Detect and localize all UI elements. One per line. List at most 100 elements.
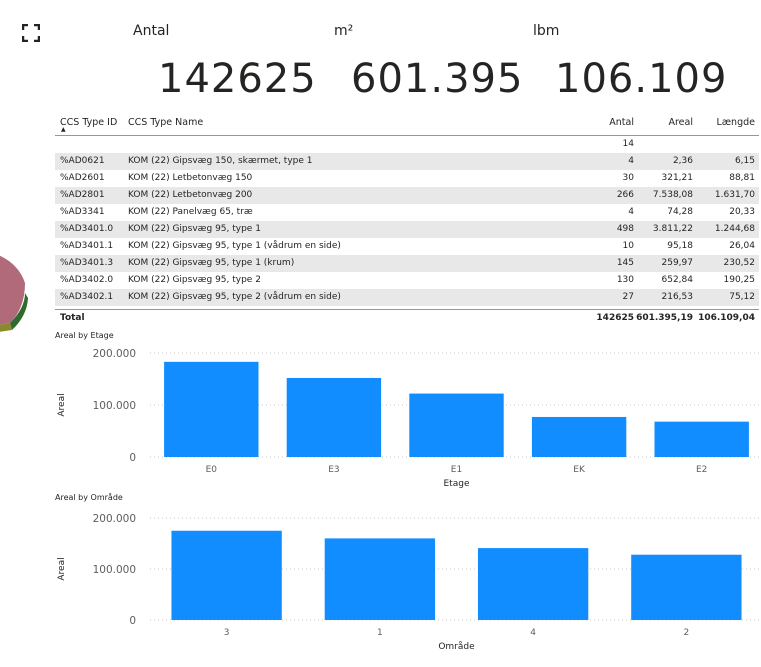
y-tick-label: 0 (129, 615, 136, 627)
ccs-type-table: CCS Type ID CCS Type Name Antal Areal Læ… (55, 113, 759, 306)
bar-E1[interactable] (409, 393, 504, 457)
chart-canvas: 0 100.000 200.000 E0 E3 E1 EK E2 Etage Areal (57, 348, 761, 489)
kpi-m2-value: 601.395 (351, 56, 524, 102)
chart-title: Areal by Etage (55, 331, 114, 340)
table-cell: 4 (628, 156, 634, 166)
y-axis-title: Areal (57, 393, 67, 416)
kpi-antal-value: 142625 (158, 56, 317, 102)
table-cell: KOM (22) Gipsvæg 95, type 2 (128, 275, 261, 285)
table-cell: KOM (22) Gipsvæg 150, skærmet, type 1 (128, 156, 313, 166)
table-cell: 321,21 (661, 173, 694, 183)
table-total-row: Total 142625 601.395,19 106.109,04 (55, 309, 759, 326)
table-cell: %AD3402.0 (60, 275, 114, 285)
table-row[interactable]: %AD3401.0 KOM (22) Gipsvæg 95, type 1 498 3… (55, 221, 759, 238)
bar-2[interactable] (631, 554, 742, 620)
table-cell: 1.244,68 (714, 224, 755, 234)
total-antal: 142625 (596, 313, 634, 323)
y-axis-title: Areal (57, 557, 67, 580)
kpi-antal-label: Antal (133, 23, 170, 39)
x-tick-label: 1 (377, 628, 383, 638)
kpi-lbm-label: lbm (533, 23, 560, 39)
chart-canvas: 0 100.000 200.000 3 1 4 2 Område Areal (57, 513, 761, 652)
x-tick-label: 3 (224, 628, 230, 638)
table-header-row: CCS Type ID CCS Type Name Antal Areal Læ… (55, 113, 759, 136)
column-header-ccs-type-id[interactable]: CCS Type ID (60, 113, 117, 133)
table-cell: %AD2601 (60, 173, 105, 183)
partial-3d-model-visual (0, 255, 28, 332)
column-header-antal[interactable]: Antal (609, 113, 634, 133)
table-cell: %AD3401.3 (60, 258, 114, 268)
table-cell: 130 (616, 275, 634, 285)
table-cell: 75,12 (729, 292, 755, 302)
table-row[interactable]: %AD3401.1 KOM (22) Gipsvæg 95, type 1 (vå… (55, 238, 759, 255)
table-cell: 2,36 (672, 156, 693, 166)
table-cell: 74,28 (667, 207, 693, 217)
table-cell: %AD3402.1 (60, 292, 114, 302)
table-cell: KOM (22) Gipsvæg 95, type 2 (vådrum en s… (128, 292, 341, 302)
x-tick-label: EK (573, 465, 586, 475)
column-header-ccs-type-name[interactable]: CCS Type Name (128, 113, 203, 133)
x-tick-label: E0 (206, 465, 218, 475)
sort-ascending-icon[interactable]: ▲ (61, 127, 66, 133)
y-tick-label: 200.000 (93, 513, 136, 525)
x-tick-label: 2 (684, 628, 690, 638)
table-row[interactable]: %AD3402.0 KOM (22) Gipsvæg 95, type 2 130 6… (55, 272, 759, 289)
table-cell: 7.538,08 (652, 190, 693, 200)
column-header-laengde[interactable]: Længde (716, 113, 755, 133)
table-row[interactable]: %AD2601 KOM (22) Letbetonvæg 150 30 321,21 8… (55, 170, 759, 187)
bar-3[interactable] (171, 530, 282, 620)
table-cell: 3.811,22 (652, 224, 693, 234)
table-cell: KOM (22) Panelvæg 65, træ (128, 207, 253, 217)
table-cell: %AD3401.1 (60, 241, 114, 251)
table-cell: 266 (616, 190, 634, 200)
bar-E2[interactable] (654, 421, 749, 457)
table-cell: 259,97 (661, 258, 694, 268)
table-cell: 6,15 (734, 156, 755, 166)
focus-mode-icon[interactable] (22, 24, 40, 42)
table-row[interactable]: %AD3402.1 KOM (22) Gipsvæg 95, type 2 (vå… (55, 289, 759, 306)
table-row[interactable]: %AD2801 KOM (22) Letbetonvæg 200 266 7.538,… (55, 187, 759, 204)
kpi-m2-label: m² (334, 23, 354, 39)
table-row[interactable]: 14 (55, 136, 759, 153)
chart-areal-by-omraade: Areal by Område 0 100.000 200.000 3 1 4 2 Områd… (55, 493, 761, 653)
bar-EK[interactable] (531, 416, 627, 457)
column-header-areal[interactable]: Areal (668, 113, 693, 133)
table-cell: 20,33 (729, 207, 755, 217)
bar-E0[interactable] (164, 361, 259, 457)
table-cell: 26,04 (729, 241, 755, 251)
x-tick-label: E3 (328, 465, 339, 475)
table-body: 14 %AD0621 KOM (22) Gipsvæg 150, skærmet, … (55, 136, 759, 306)
table-cell: 652,84 (661, 275, 694, 285)
y-tick-label: 0 (129, 452, 136, 464)
table-row[interactable]: %AD0621 KOM (22) Gipsvæg 150, skærmet, ty… (55, 153, 759, 170)
table-cell: 190,25 (723, 275, 756, 285)
table-cell: KOM (22) Letbetonvæg 200 (128, 190, 253, 200)
y-tick-label: 100.000 (93, 564, 136, 576)
x-tick-label: 4 (530, 628, 536, 638)
table-cell: 498 (616, 224, 634, 234)
x-tick-label: E1 (451, 465, 462, 475)
total-laengde: 106.109,04 (698, 313, 755, 323)
table-cell: KOM (22) Gipsvæg 95, type 1 (vådrum en s… (128, 241, 341, 251)
table-row[interactable]: %AD3341 KOM (22) Panelvæg 65, træ 4 74,28 20… (55, 204, 759, 221)
bar-1[interactable] (324, 538, 436, 620)
bar-4[interactable] (477, 548, 589, 620)
table-cell: 1.631,70 (714, 190, 755, 200)
x-axis-title: Etage (444, 479, 470, 489)
table-cell: 145 (616, 258, 634, 268)
table-cell: KOM (22) Gipsvæg 95, type 1 (krum) (128, 258, 295, 268)
chart-title: Areal by Område (55, 493, 123, 502)
table-cell: 95,18 (667, 241, 693, 251)
table-cell: %AD0621 (60, 156, 105, 166)
table-cell: 27 (622, 292, 634, 302)
kpi-lbm-value: 106.109 (555, 56, 728, 102)
total-label: Total (60, 313, 85, 323)
table-cell: 230,52 (723, 258, 756, 268)
table-cell: KOM (22) Gipsvæg 95, type 1 (128, 224, 261, 234)
table-cell: KOM (22) Letbetonvæg 150 (128, 173, 253, 183)
bar-E3[interactable] (286, 377, 382, 457)
y-tick-label: 200.000 (93, 348, 136, 360)
table-cell: %AD3401.0 (60, 224, 114, 234)
table-row[interactable]: %AD3401.3 KOM (22) Gipsvæg 95, type 1 (kr… (55, 255, 759, 272)
table-cell: 10 (622, 241, 634, 251)
